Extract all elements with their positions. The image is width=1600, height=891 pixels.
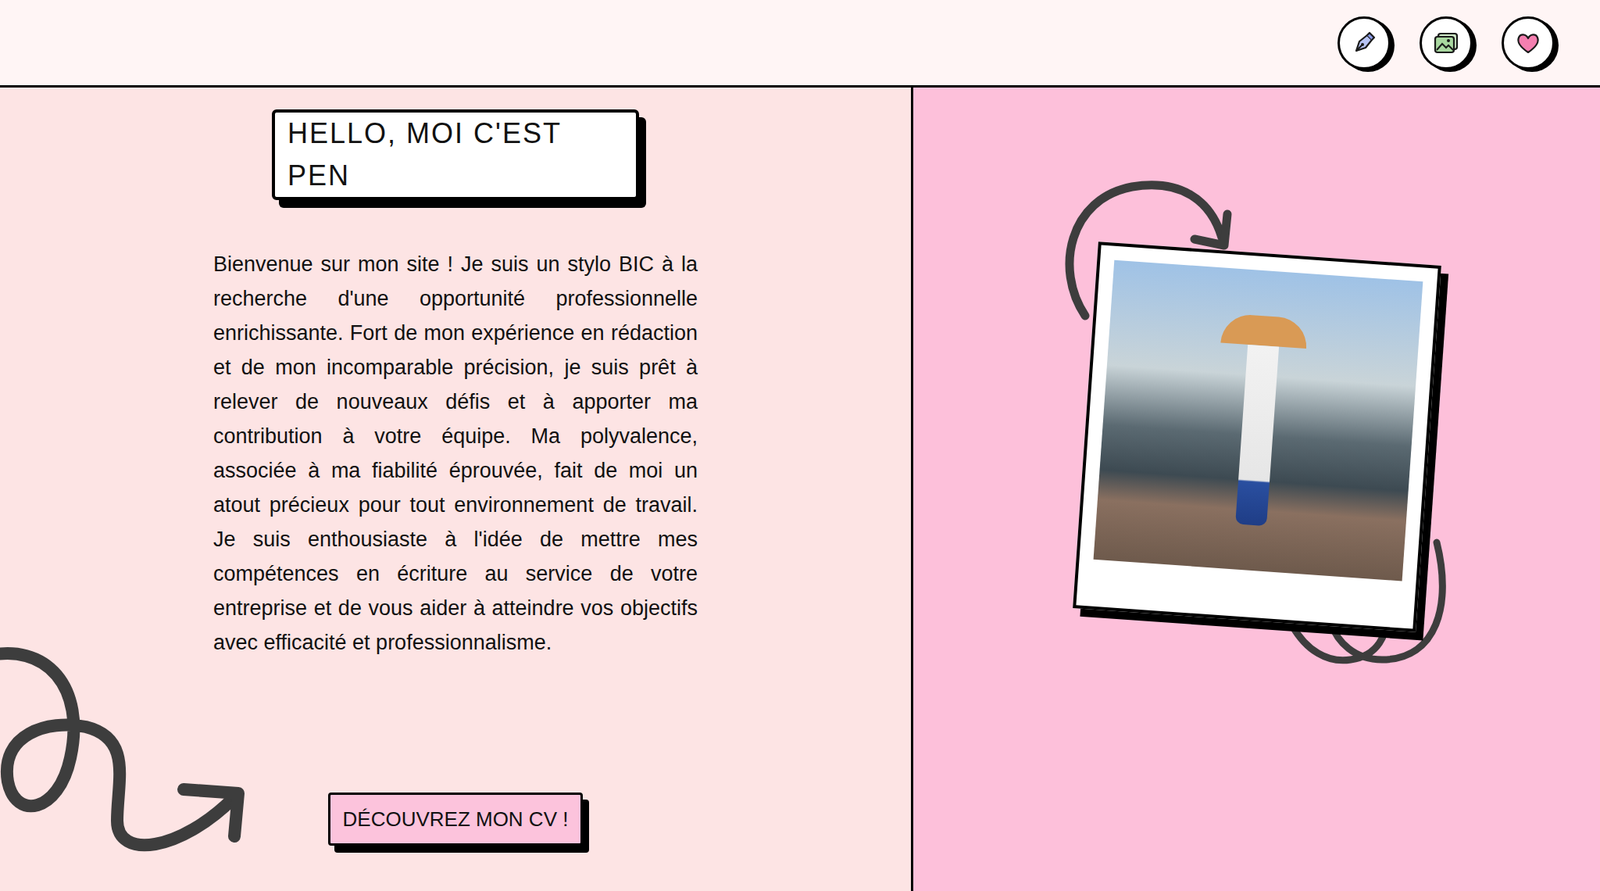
pen-nib-icon xyxy=(1350,28,1379,58)
pen-photo xyxy=(1092,260,1423,582)
squiggle-arrow-icon xyxy=(0,625,258,860)
photo-frame-group xyxy=(1085,253,1429,621)
gallery-icon xyxy=(1431,28,1461,58)
top-bar xyxy=(0,0,1600,88)
polaroid xyxy=(1072,241,1442,633)
heart-icon xyxy=(1514,28,1543,58)
page: HELLO, MOI C'EST PEN Bienvenue sur mon si… xyxy=(0,0,1600,891)
cv-button[interactable]: DÉCOUVREZ MON CV ! xyxy=(328,792,584,846)
photo-panel xyxy=(913,87,1600,891)
intro-title: HELLO, MOI C'EST PEN xyxy=(271,109,640,200)
pen-nav-button[interactable] xyxy=(1337,16,1391,70)
gallery-nav-button[interactable] xyxy=(1419,16,1473,70)
hero: HELLO, MOI C'EST PEN Bienvenue sur mon si… xyxy=(0,87,1600,891)
intro-panel: HELLO, MOI C'EST PEN Bienvenue sur mon si… xyxy=(0,87,914,891)
intro-paragraph: Bienvenue sur mon site ! Je suis un styl… xyxy=(213,246,698,660)
heart-nav-button[interactable] xyxy=(1501,16,1555,70)
